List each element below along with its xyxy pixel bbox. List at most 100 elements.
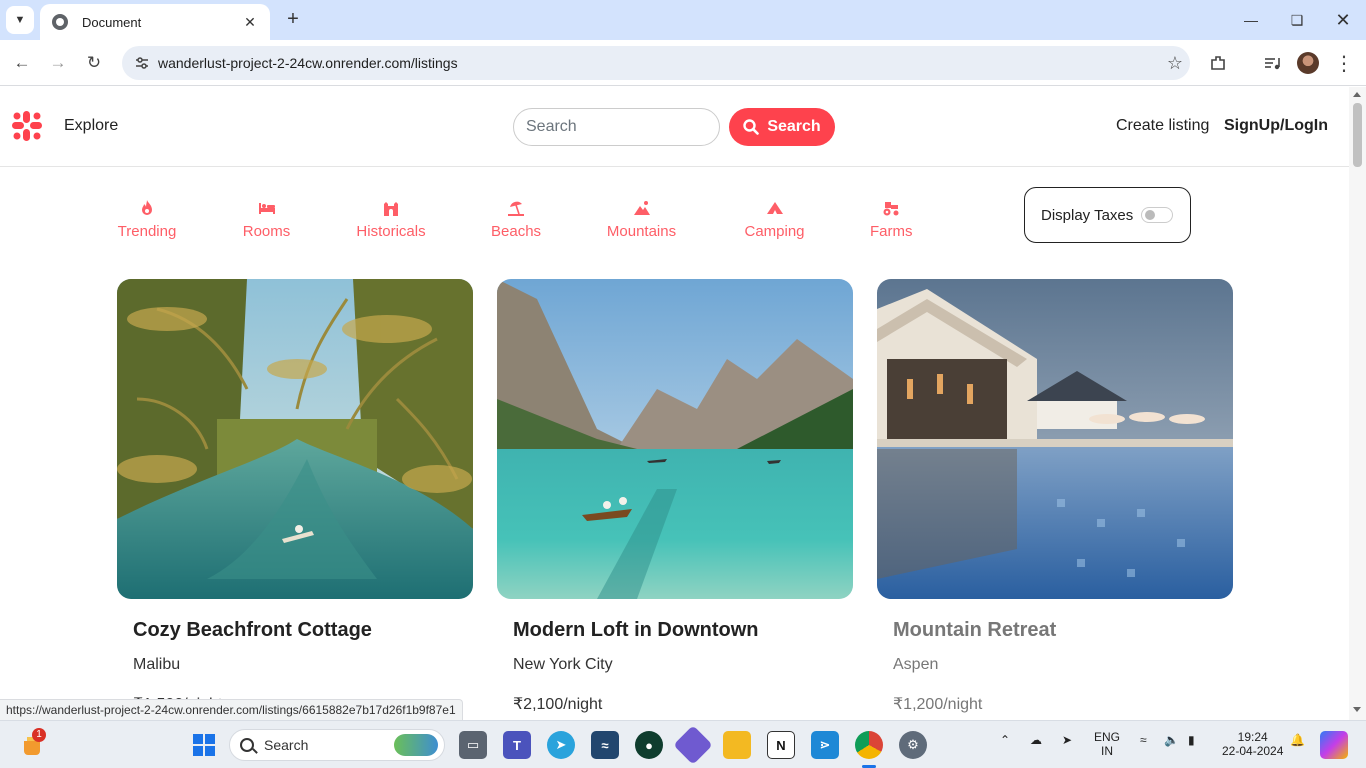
new-tab-button[interactable]: + <box>282 8 304 30</box>
display-taxes-toggle[interactable]: Display Taxes <box>1024 187 1191 243</box>
campground-icon <box>766 202 783 214</box>
notification-bell-icon[interactable]: 🔔 <box>1290 733 1305 747</box>
forward-button[interactable]: → <box>43 48 73 78</box>
listing-location: New York City <box>513 656 613 673</box>
link-status-bar: https://wanderlust-project-2-24cw.onrend… <box>0 699 463 720</box>
tax-switch[interactable] <box>1141 207 1174 223</box>
filter-historicals[interactable]: Historicals <box>355 199 427 240</box>
filter-label: Trending <box>117 223 177 240</box>
page-scrollbar[interactable] <box>1349 87 1366 720</box>
profile-avatar[interactable] <box>1297 52 1319 74</box>
filter-camping[interactable]: Camping <box>743 199 806 240</box>
search-input[interactable] <box>513 108 720 146</box>
url-text[interactable]: wanderlust-project-2-24cw.onrender.com/l… <box>158 55 1160 71</box>
castle-icon <box>384 202 398 216</box>
browser-tab[interactable]: Document ✕ <box>40 4 270 40</box>
settings-gear-icon[interactable]: ⚙ <box>899 731 927 759</box>
scroll-up-arrow-icon[interactable] <box>1353 92 1361 97</box>
globe-icon <box>52 14 68 30</box>
listing-card[interactable]: Modern Loft in Downtown New York City ₹2… <box>497 279 853 714</box>
teams-icon[interactable]: T <box>503 731 531 759</box>
listing-price: ₹1,200/night <box>893 696 983 713</box>
page-viewport: Explore Search Create listing SignUp/Log… <box>0 87 1349 720</box>
filter-label: Beachs <box>491 223 542 240</box>
browser-menu-icon[interactable]: ⋮ <box>1329 48 1359 78</box>
show-hidden-icons[interactable]: ⌃ <box>1000 733 1010 747</box>
task-view-icon[interactable]: ▭ <box>459 731 487 759</box>
copilot-icon[interactable] <box>1320 731 1348 759</box>
listing-location: Aspen <box>893 656 939 673</box>
explore-link[interactable]: Explore <box>64 117 118 135</box>
vscode-icon[interactable]: ⋗ <box>811 731 839 759</box>
app-diamond-icon[interactable] <box>673 725 713 765</box>
windows-start-icon[interactable] <box>190 731 218 759</box>
address-bar[interactable]: wanderlust-project-2-24cw.onrender.com/l… <box>122 46 1190 80</box>
filter-label: Historicals <box>356 223 426 240</box>
search-highlight-icon <box>394 734 438 756</box>
bookmark-star-icon[interactable]: ☆ <box>1160 53 1190 74</box>
extensions-icon[interactable] <box>1203 48 1233 78</box>
scroll-down-arrow-icon[interactable] <box>1353 707 1361 712</box>
location-icon[interactable]: ➤ <box>1062 733 1072 747</box>
wifi-icon[interactable]: ≈ <box>1140 733 1147 747</box>
search-button-label: Search <box>767 118 821 135</box>
listing-card[interactable]: Cozy Beachfront Cottage Malibu ₹1,500/ni… <box>117 279 473 714</box>
media-controls-icon[interactable] <box>1257 48 1287 78</box>
notion-icon[interactable]: N <box>767 731 795 759</box>
listing-card[interactable]: Mountain Retreat Aspen ₹1,200/night <box>877 279 1233 714</box>
mongodb-compass-icon[interactable]: ● <box>635 731 663 759</box>
umbrella-beach-icon <box>507 201 524 216</box>
telegram-icon[interactable]: ➤ <box>547 731 575 759</box>
window-close-button[interactable]: ✕ <box>1320 0 1366 40</box>
compass-logo-icon[interactable] <box>12 111 42 141</box>
filter-label: Mountains <box>606 223 677 240</box>
site-navbar: Explore Search Create listing SignUp/Log… <box>0 87 1349 167</box>
taskbar-search[interactable]: Search <box>229 729 445 761</box>
filter-label: Rooms <box>242 223 291 240</box>
listing-price: ₹2,100/night <box>513 696 603 713</box>
filter-bar: Trending Rooms Historicals Beachs Mounta… <box>0 187 1349 267</box>
tab-search-button[interactable]: ▼ <box>6 6 34 34</box>
listing-image-resort-pool[interactable] <box>877 279 1233 599</box>
mysql-workbench-icon[interactable]: ≈ <box>591 731 619 759</box>
language-indicator[interactable]: ENG IN <box>1094 730 1120 758</box>
battery-icon[interactable]: ▮ <box>1188 733 1195 747</box>
filter-trending[interactable]: Trending <box>116 199 178 240</box>
chrome-icon[interactable] <box>855 731 883 759</box>
listing-image-tropical-river[interactable] <box>117 279 473 599</box>
restore-button[interactable]: ❏ <box>1274 0 1320 40</box>
windows-taskbar: 1 Search ▭ T ➤ ≈ ● N ⋗ ⚙ ⌃ ☁ ➤ ENG IN ≈ … <box>0 720 1366 768</box>
signup-login-link[interactable]: SignUp/LogIn <box>1224 117 1328 135</box>
tab-close-icon[interactable]: ✕ <box>242 14 258 31</box>
switch-knob <box>1145 210 1156 220</box>
onedrive-icon[interactable]: ☁ <box>1030 733 1042 747</box>
site-settings-icon[interactable] <box>134 55 150 71</box>
create-listing-link[interactable]: Create listing <box>1116 117 1209 135</box>
scrollbar-thumb[interactable] <box>1353 103 1362 167</box>
search-button[interactable]: Search <box>729 108 835 146</box>
filter-beachs[interactable]: Beachs <box>491 199 542 240</box>
filter-mountains[interactable]: Mountains <box>604 199 679 240</box>
volume-icon[interactable]: 🔈 <box>1164 733 1179 747</box>
fire-icon <box>142 200 152 215</box>
listing-title[interactable]: Cozy Beachfront Cottage <box>133 619 473 642</box>
filter-label: Farms <box>870 223 913 240</box>
filter-rooms[interactable]: Rooms <box>242 199 291 240</box>
taskbar-search-label: Search <box>264 737 309 753</box>
tractor-icon <box>883 202 899 216</box>
listing-title[interactable]: Mountain Retreat <box>893 619 1233 642</box>
clock[interactable]: 19:24 22-04-2024 <box>1222 730 1283 758</box>
listing-image-mountain-lake[interactable] <box>497 279 853 599</box>
listing-location: Malibu <box>133 656 181 673</box>
filter-label: Camping <box>744 223 805 240</box>
notification-badge: 1 <box>32 728 46 742</box>
reload-button[interactable]: ↻ <box>79 48 109 78</box>
browser-tab-strip: ▼ Document ✕ + — ❏ ✕ <box>0 0 1366 40</box>
search-icon <box>240 738 254 752</box>
minimize-button[interactable]: — <box>1228 0 1274 40</box>
file-explorer-icon[interactable] <box>723 731 751 759</box>
filter-farms[interactable]: Farms <box>870 199 913 240</box>
back-button[interactable]: ← <box>7 48 37 78</box>
language-line2: IN <box>1101 744 1113 758</box>
listing-title[interactable]: Modern Loft in Downtown <box>513 619 853 642</box>
